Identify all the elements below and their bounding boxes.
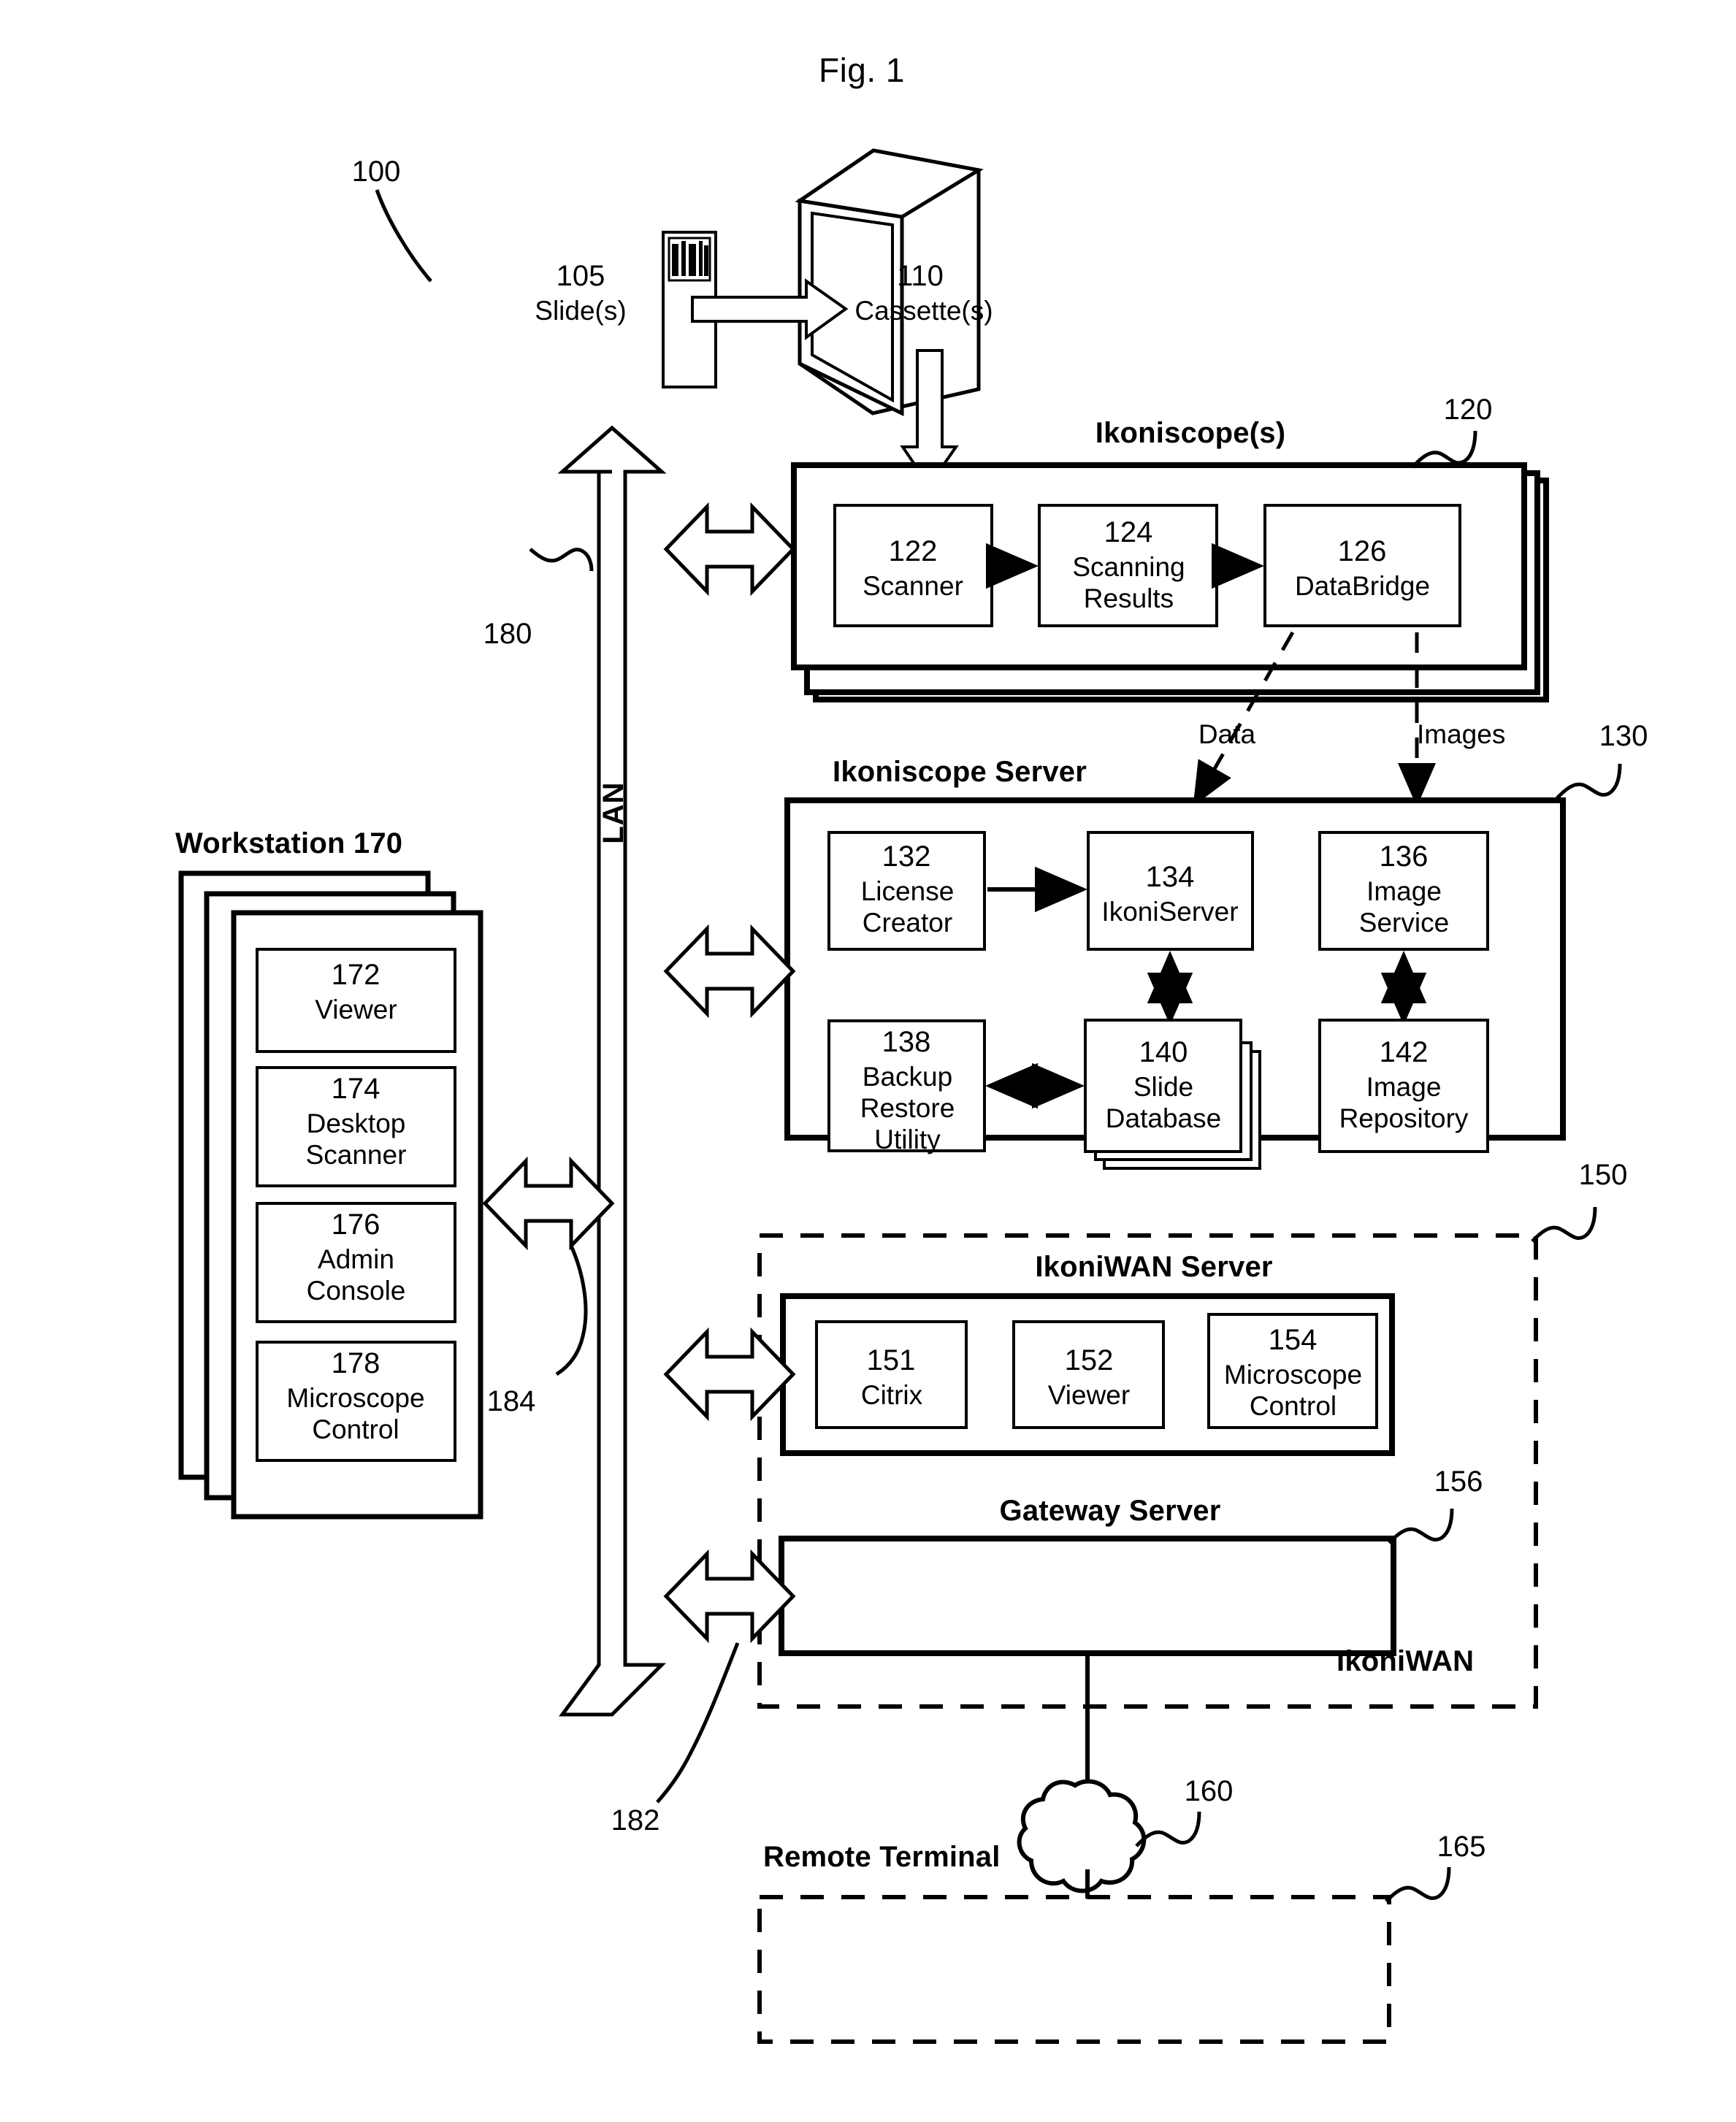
slide-database-label: Slide Database — [1105, 1072, 1222, 1133]
microscope-control-ws-label: Microscope Control — [286, 1383, 425, 1444]
gateway-server-box — [779, 1536, 1396, 1656]
system-ref-number: 100 — [351, 156, 401, 188]
viewer-label: Viewer — [315, 995, 397, 1024]
image-repository-ref-number: 142 — [1379, 1036, 1429, 1068]
lan-to-ikoniscope-arrow — [663, 502, 796, 597]
cassette-ref-number: 110 — [897, 260, 944, 292]
ikoniserver-label: IkoniServer — [1101, 897, 1239, 927]
scanning-results-label: Scanning Results — [1072, 552, 1185, 613]
cloud-ref-number: 160 — [1184, 1775, 1234, 1807]
gateway-ref-number: 156 — [1434, 1466, 1483, 1498]
lan-bottom-ref-number: 182 — [611, 1804, 660, 1836]
ikoniwan-server-title: IkoniWAN Server — [1035, 1251, 1273, 1283]
remote-terminal-box — [757, 1895, 1391, 2044]
workstation-to-lan-arrow — [482, 1156, 615, 1251]
image-service-ref-number: 136 — [1379, 840, 1429, 873]
ikoniscope-server-title: Ikoniscope Server — [833, 756, 1087, 788]
citrix-ref-number: 151 — [866, 1344, 916, 1376]
ikoniscope-title: Ikoniscope(s) — [1095, 417, 1286, 449]
lan-to-server-arrow — [663, 924, 796, 1019]
ikoniwan-ref-leader — [1531, 1206, 1597, 1243]
slide-ref-number: 105 — [556, 260, 605, 292]
microscope-control-ws-ref-number: 178 — [331, 1347, 381, 1379]
cassette-label: Cassette(s) — [854, 296, 993, 326]
lan-bus-arrow — [557, 425, 667, 1717]
ikoniwan-zone-ref-number: 150 — [1578, 1159, 1628, 1191]
remote-terminal-ref-number: 165 — [1437, 1831, 1486, 1863]
gateway-ref-leader — [1388, 1508, 1454, 1544]
ikoniscope-ref-leader — [1411, 430, 1477, 469]
gateway-server-title: Gateway Server — [999, 1495, 1221, 1527]
ikoniscope-server-ref-leader — [1556, 763, 1622, 800]
remote-terminal-title: Remote Terminal — [763, 1841, 1001, 1873]
lan-to-gateway-arrow — [663, 1549, 796, 1644]
desktop-scanner-ref-number: 174 — [331, 1073, 381, 1105]
images-flow-label: Images — [1417, 719, 1506, 749]
scanner-label: Scanner — [863, 571, 963, 601]
remote-terminal-ref-leader — [1385, 1866, 1451, 1903]
microscope-control-wan-ref-number: 154 — [1268, 1324, 1318, 1356]
admin-console-label: Admin Console — [306, 1244, 406, 1306]
databridge-ref-number: 126 — [1337, 535, 1387, 567]
image-repository-label: Image Repository — [1339, 1072, 1469, 1133]
scanner-ref-number: 122 — [888, 535, 938, 567]
citrix-label: Citrix — [860, 1380, 923, 1410]
lan-ref-182-leader — [656, 1642, 740, 1804]
lan-ref-180-leader — [529, 548, 594, 572]
workstation-link-ref-number: 184 — [486, 1385, 536, 1417]
lan-label: LAN — [597, 781, 630, 844]
viewer-ref-number: 172 — [331, 959, 381, 991]
scanning-results-ref-number: 124 — [1104, 516, 1153, 548]
lan-to-ikoniwan-arrow — [663, 1327, 796, 1422]
admin-console-ref-number: 176 — [331, 1209, 381, 1241]
ikoniwan-zone-label: IkoniWAN — [1337, 1645, 1475, 1677]
ikoniscope-server-ref-number: 130 — [1599, 720, 1648, 752]
backup-restore-label: Backup Restore Utility — [860, 1062, 955, 1154]
desktop-scanner-label: Desktop Scanner — [305, 1108, 407, 1170]
network-cloud-icon — [1017, 1779, 1147, 1893]
license-creator-ref-number: 132 — [882, 840, 931, 873]
lan-ref-number: 180 — [483, 618, 532, 650]
patent-figure-page: Fig. 1 100 105 Slide(s) 110 Cassette(s) … — [0, 0, 1736, 2122]
page-title: Fig. 1 — [818, 51, 906, 89]
system-ref-leader — [375, 189, 432, 283]
ikoniserver-ref-number: 134 — [1145, 861, 1195, 893]
workstation-title: Workstation 170 — [175, 827, 403, 859]
viewer-wan-label: Viewer — [1047, 1380, 1131, 1410]
slide-database-ref-number: 140 — [1139, 1036, 1188, 1068]
data-flow-label: Data — [1198, 719, 1256, 749]
ikoniscope-ref-number: 120 — [1443, 394, 1493, 426]
image-service-label: Image Service — [1358, 876, 1450, 938]
backup-restore-ref-number: 138 — [882, 1026, 931, 1058]
microscope-control-wan-label: Microscope Control — [1223, 1360, 1363, 1421]
databridge-label: DataBridge — [1294, 571, 1431, 601]
viewer-wan-ref-number: 152 — [1064, 1344, 1114, 1376]
ref-184-leader — [555, 1244, 588, 1376]
slide-label: Slide(s) — [535, 296, 627, 326]
license-creator-label: License Creator — [860, 876, 955, 938]
